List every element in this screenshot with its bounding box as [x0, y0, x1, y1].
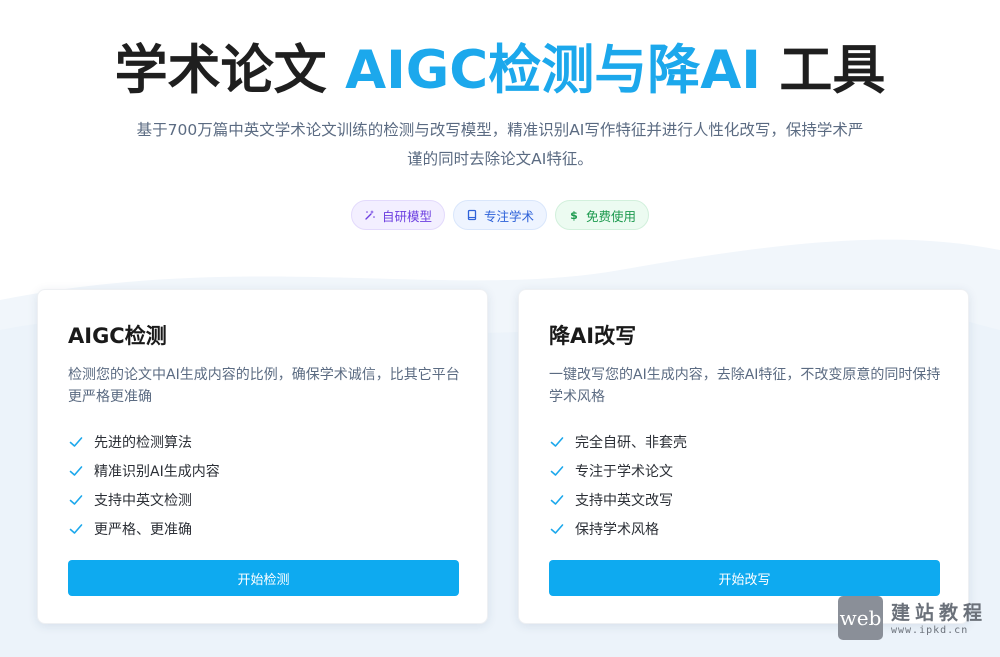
check-icon	[550, 436, 564, 447]
card-title: AIGC检测	[68, 324, 167, 348]
feature-label: 支持中英文检测	[94, 492, 192, 509]
check-icon	[69, 465, 83, 476]
feature-label: 专注于学术论文	[575, 463, 673, 480]
card-title: 降AI改写	[549, 324, 637, 348]
check-icon	[69, 494, 83, 505]
start-detection-button[interactable]: 开始检测	[68, 560, 459, 596]
check-icon	[550, 523, 564, 534]
title-main: 学术论文	[114, 40, 327, 101]
list-item: 保持学术风格	[549, 514, 687, 543]
feature-label: 精准识别AI生成内容	[94, 463, 220, 480]
feature-label: 支持中英文改写	[575, 492, 673, 509]
book-icon	[467, 209, 477, 221]
title-accent: AIGC检测与降AI	[345, 40, 761, 101]
page-subtitle: 基于700万篇中英文学术论文训练的检测与改写模型，精准识别AI写作特征并进行人性…	[136, 121, 864, 168]
check-icon	[550, 465, 564, 476]
check-icon	[550, 494, 564, 505]
feature-tags: 自研模型 专注学术 $ 免费使用	[0, 200, 1000, 230]
ai-rewrite-card: 降AI改写 一键改写您的AI生成内容，去除AI特征，不改变原意的同时保持学术风格…	[518, 289, 969, 624]
watermark-text: 建站教程 www.ipkd.cn	[891, 601, 987, 636]
card-description: 检测您的论文中AI生成内容的比例，确保学术诚信，比其它平台更严格更准确	[68, 367, 460, 405]
feature-list: 完全自研、非套壳 专注于学术论文 支持中英文改写 保持学术风格	[549, 427, 687, 543]
tag-label: 免费使用	[586, 208, 637, 224]
list-item: 精准识别AI生成内容	[68, 456, 220, 485]
list-item: 先进的检测算法	[68, 427, 220, 456]
watermark-name: 建站教程	[891, 601, 988, 624]
list-item: 专注于学术论文	[549, 456, 687, 485]
tag-label: 专注学术	[483, 208, 534, 224]
feature-list: 先进的检测算法 精准识别AI生成内容 支持中英文检测 更严格、更准确	[68, 427, 220, 543]
dollar-icon: $	[570, 209, 578, 221]
tag-free-use: $ 免费使用	[555, 200, 650, 230]
card-description: 一键改写您的AI生成内容，去除AI特征，不改变原意的同时保持学术风格	[549, 367, 941, 405]
check-icon	[69, 523, 83, 534]
start-rewrite-button[interactable]: 开始改写	[549, 560, 940, 596]
feature-label: 保持学术风格	[575, 521, 659, 538]
list-item: 支持中英文检测	[68, 485, 220, 514]
site-watermark: web 建站教程 www.ipkd.cn	[838, 596, 996, 640]
svg-text:$: $	[570, 209, 578, 221]
feature-label: 完全自研、非套壳	[575, 434, 687, 451]
title-tail: 工具	[779, 40, 886, 101]
feature-label: 更严格、更准确	[94, 521, 192, 538]
watermark-logo: web	[838, 596, 883, 640]
watermark-url: www.ipkd.cn	[891, 624, 969, 636]
magic-wand-icon	[365, 210, 375, 220]
page-title: 学术论文 AIGC检测与降AI 工具	[0, 28, 1000, 104]
tag-self-developed-model: 自研模型	[350, 200, 445, 230]
tag-label: 自研模型	[381, 208, 432, 224]
list-item: 支持中英文改写	[549, 485, 687, 514]
feature-label: 先进的检测算法	[94, 434, 192, 451]
tag-academic-focus: 专注学术	[452, 200, 547, 230]
aigc-detection-card: AIGC检测 检测您的论文中AI生成内容的比例，确保学术诚信，比其它平台更严格更…	[37, 289, 488, 624]
list-item: 更严格、更准确	[68, 514, 220, 543]
list-item: 完全自研、非套壳	[549, 427, 687, 456]
check-icon	[69, 436, 83, 447]
